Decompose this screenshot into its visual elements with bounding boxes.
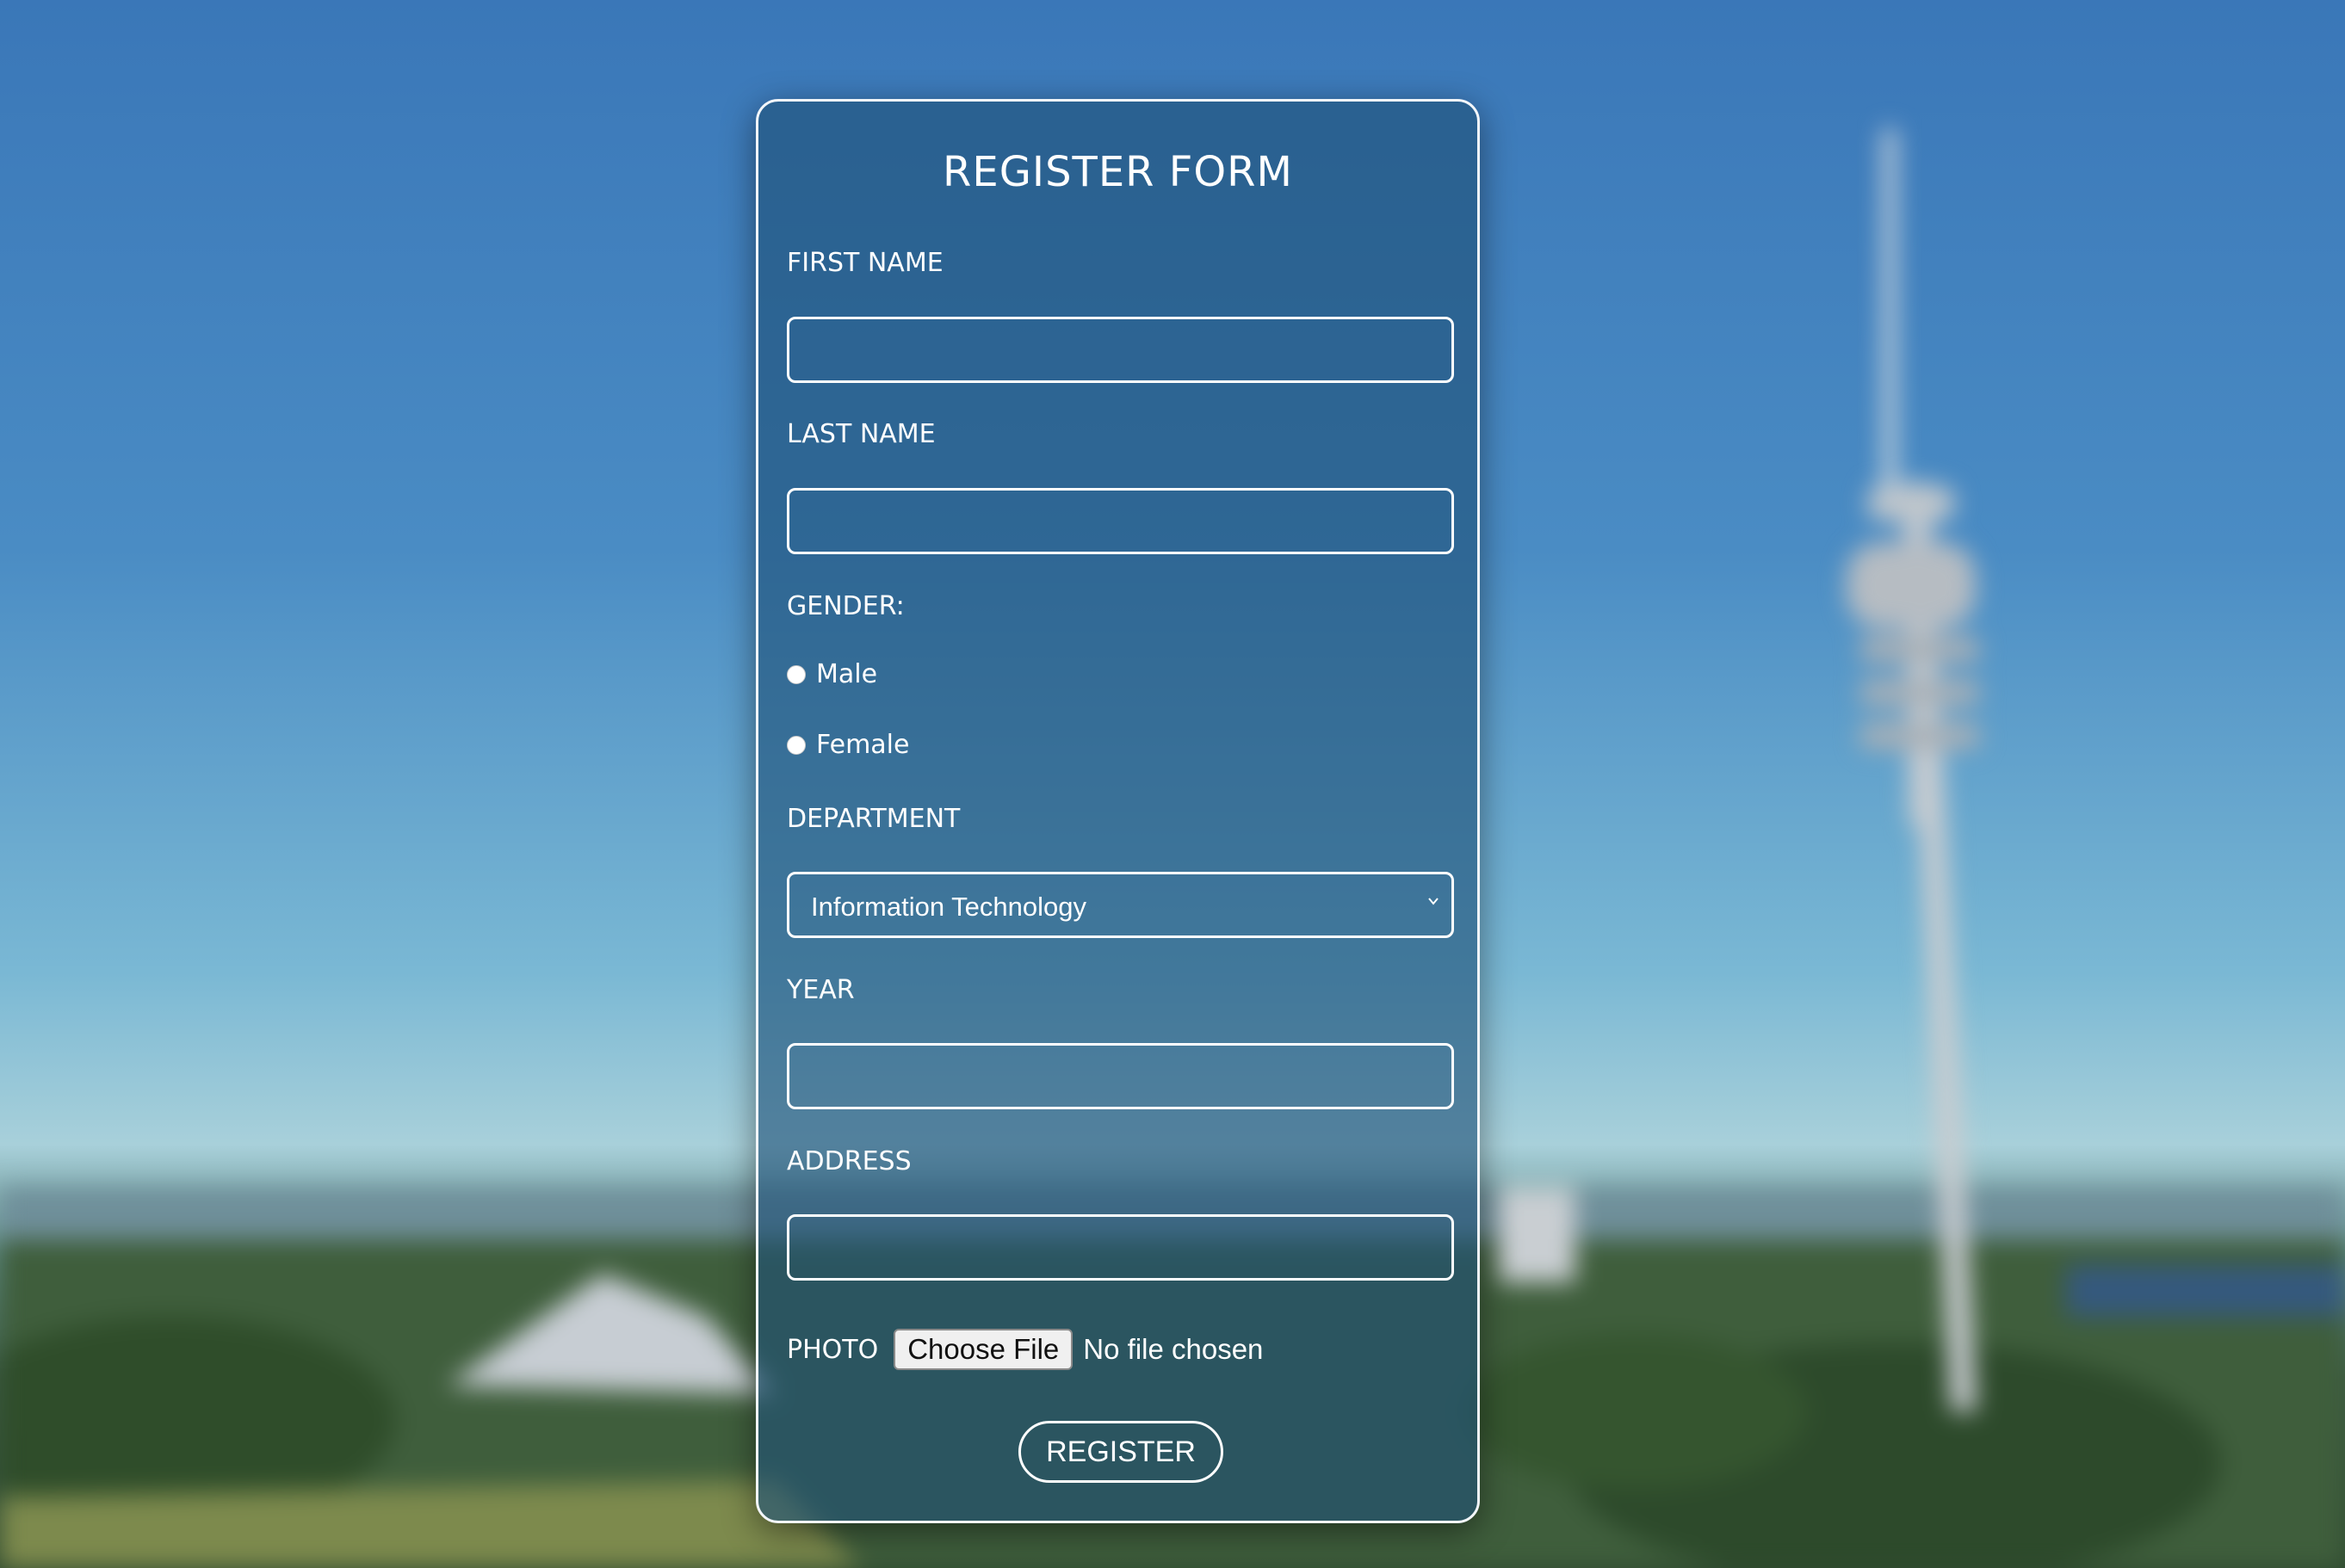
male-radio[interactable]	[787, 664, 806, 684]
gender-option-female[interactable]: Female	[787, 730, 909, 760]
year-input[interactable]	[787, 1043, 1454, 1109]
male-label: Male	[816, 659, 878, 689]
gender-option-male[interactable]: Male	[787, 659, 877, 689]
department-selected-value: Information Technology	[811, 892, 1086, 922]
year-label: YEAR	[787, 975, 855, 1005]
chevron-down-icon	[1428, 898, 1439, 905]
gender-label: GENDER:	[787, 591, 905, 621]
female-label: Female	[816, 730, 910, 760]
first-name-input[interactable]	[787, 317, 1454, 383]
address-label: ADDRESS	[787, 1146, 912, 1176]
register-form-card: REGISTER FORM FIRST NAME LAST NAME GENDE…	[756, 99, 1480, 1523]
choose-file-button[interactable]: Choose File	[894, 1329, 1074, 1370]
female-radio[interactable]	[787, 735, 806, 755]
department-label: DEPARTMENT	[787, 804, 961, 834]
address-input[interactable]	[787, 1214, 1454, 1281]
photo-label: PHOTO	[787, 1334, 879, 1365]
first-name-label: FIRST NAME	[787, 248, 944, 278]
last-name-input[interactable]	[787, 488, 1454, 554]
last-name-label: LAST NAME	[787, 419, 936, 449]
department-select[interactable]: Information Technology	[787, 872, 1454, 938]
register-button[interactable]: REGISTER	[1018, 1421, 1223, 1483]
form-title: REGISTER FORM	[943, 148, 1293, 196]
photo-row: PHOTO Choose File No file chosen	[787, 1329, 1263, 1370]
file-status-text: No file chosen	[1083, 1333, 1264, 1365]
